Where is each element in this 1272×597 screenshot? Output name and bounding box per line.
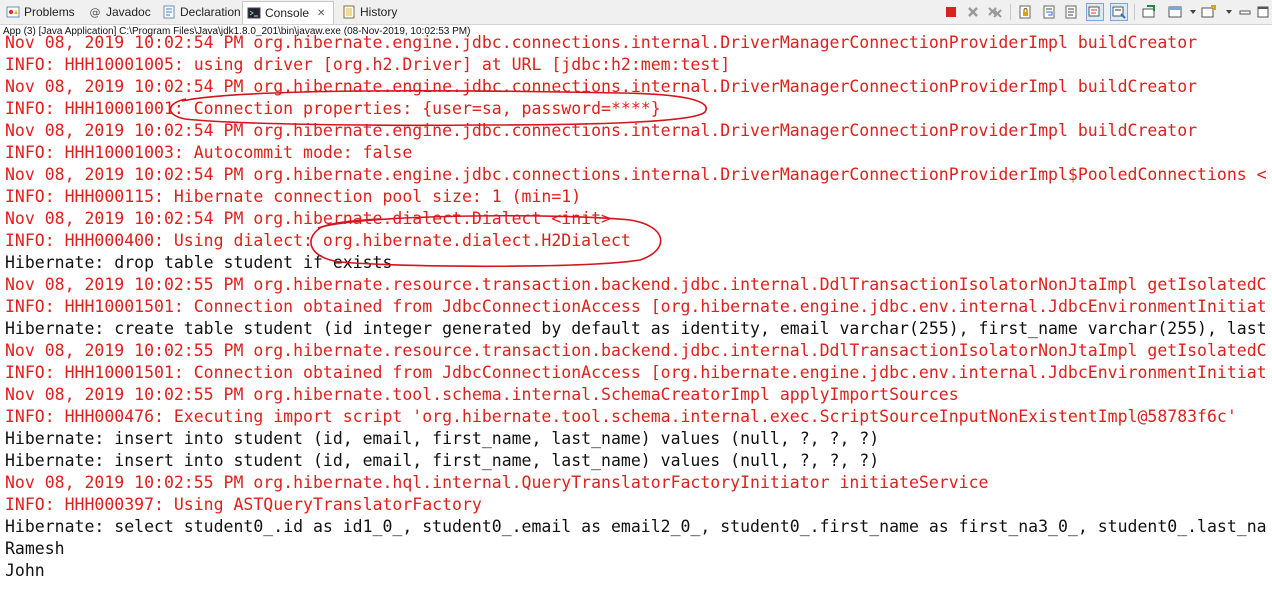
tab-declaration[interactable]: Declaration — [158, 1, 245, 23]
toolbar-separator — [1134, 4, 1135, 20]
console-line-stderr: Nov 08, 2019 10:02:54 PM org.hibernate.e… — [5, 121, 1198, 140]
view-tab-bar: Problems @ Javadoc Declaration Console ✕… — [0, 0, 1272, 25]
tab-label: Javadoc — [106, 5, 151, 19]
minimize-icon[interactable] — [1236, 3, 1254, 21]
console-line-stderr: INFO: HHH000476: Executing import script… — [5, 407, 1237, 426]
console-line-stdout: Hibernate: drop table student if exists — [5, 253, 393, 272]
console-line-stderr: INFO: HHH000397: Using ASTQueryTranslato… — [5, 495, 482, 514]
console-line-stderr: Nov 08, 2019 10:02:54 PM org.hibernate.d… — [5, 209, 611, 228]
console-line-stderr: INFO: HHH10001003: Autocommit mode: fals… — [5, 143, 413, 162]
console-line-stderr: Nov 08, 2019 10:02:55 PM org.hibernate.r… — [5, 341, 1267, 360]
console-line-stderr: Nov 08, 2019 10:02:54 PM org.hibernate.e… — [5, 33, 1198, 52]
console-line-stderr: INFO: HHH000400: Using dialect: org.hibe… — [5, 231, 631, 250]
console-line-stderr: INFO: HHH10001005: using driver [org.h2.… — [5, 55, 731, 74]
declaration-icon — [162, 5, 176, 19]
console-line-stdout: Hibernate: select student0_.id as id1_0_… — [5, 517, 1267, 536]
console-line-stderr: INFO: HHH10001501: Connection obtained f… — [5, 297, 1267, 316]
close-icon[interactable]: ✕ — [317, 8, 325, 19]
console-line-stderr: INFO: HHH10001001: Connection properties… — [5, 99, 661, 118]
console-line-stdout: Hibernate: create table student (id inte… — [5, 319, 1267, 338]
console-line-stderr: Nov 08, 2019 10:02:54 PM org.hibernate.e… — [5, 165, 1267, 184]
console-line-stderr: INFO: HHH10001501: Connection obtained f… — [5, 363, 1267, 382]
console-line-stdout: John — [5, 561, 45, 580]
remove-all-launches-icon[interactable] — [986, 3, 1004, 21]
console-output[interactable]: Nov 08, 2019 10:02:54 PM org.hibernate.e… — [0, 33, 1272, 597]
new-console-icon[interactable] — [1200, 3, 1218, 21]
problems-icon — [6, 5, 20, 19]
show-on-stdout-icon[interactable] — [1062, 3, 1080, 21]
tab-javadoc[interactable]: @ Javadoc — [84, 1, 155, 23]
terminate-icon[interactable] — [942, 3, 960, 21]
console-line-stderr: Nov 08, 2019 10:02:55 PM org.hibernate.r… — [5, 275, 1267, 294]
pin-console-icon[interactable] — [1110, 3, 1128, 21]
tab-problems[interactable]: Problems — [2, 1, 79, 23]
tab-label: Console — [265, 6, 310, 20]
tab-label: Declaration — [180, 5, 241, 19]
console-line-stdout: Hibernate: insert into student (id, emai… — [5, 429, 880, 448]
tab-history[interactable]: History — [338, 1, 401, 23]
console-line-stderr: INFO: HHH000115: Hibernate connection po… — [5, 187, 582, 206]
console-line-stdout: Hibernate: insert into student (id, emai… — [5, 451, 880, 470]
toolbar-separator — [1010, 4, 1011, 20]
display-selected-console-icon[interactable] — [1140, 3, 1158, 21]
console-line-stderr: Nov 08, 2019 10:02:55 PM org.hibernate.h… — [5, 473, 989, 492]
tab-console[interactable]: Console ✕ — [242, 1, 334, 24]
scroll-lock-icon[interactable] — [1016, 3, 1034, 21]
tab-label: Problems — [24, 5, 75, 19]
console-line-stdout: Ramesh — [5, 539, 65, 558]
maximize-icon[interactable] — [1254, 3, 1272, 21]
console-line-stderr: Nov 08, 2019 10:02:54 PM org.hibernate.e… — [5, 77, 1198, 96]
open-console-icon[interactable] — [1166, 3, 1184, 21]
tab-label: History — [360, 5, 398, 19]
console-icon — [247, 6, 261, 20]
remove-launch-icon[interactable] — [964, 3, 982, 21]
history-icon — [342, 5, 356, 19]
at-icon: @ — [89, 5, 101, 19]
show-on-stderr-icon[interactable] — [1086, 3, 1104, 21]
console-line-stderr: Nov 08, 2019 10:02:55 PM org.hibernate.t… — [5, 385, 959, 404]
word-wrap-icon[interactable] — [1040, 3, 1058, 21]
